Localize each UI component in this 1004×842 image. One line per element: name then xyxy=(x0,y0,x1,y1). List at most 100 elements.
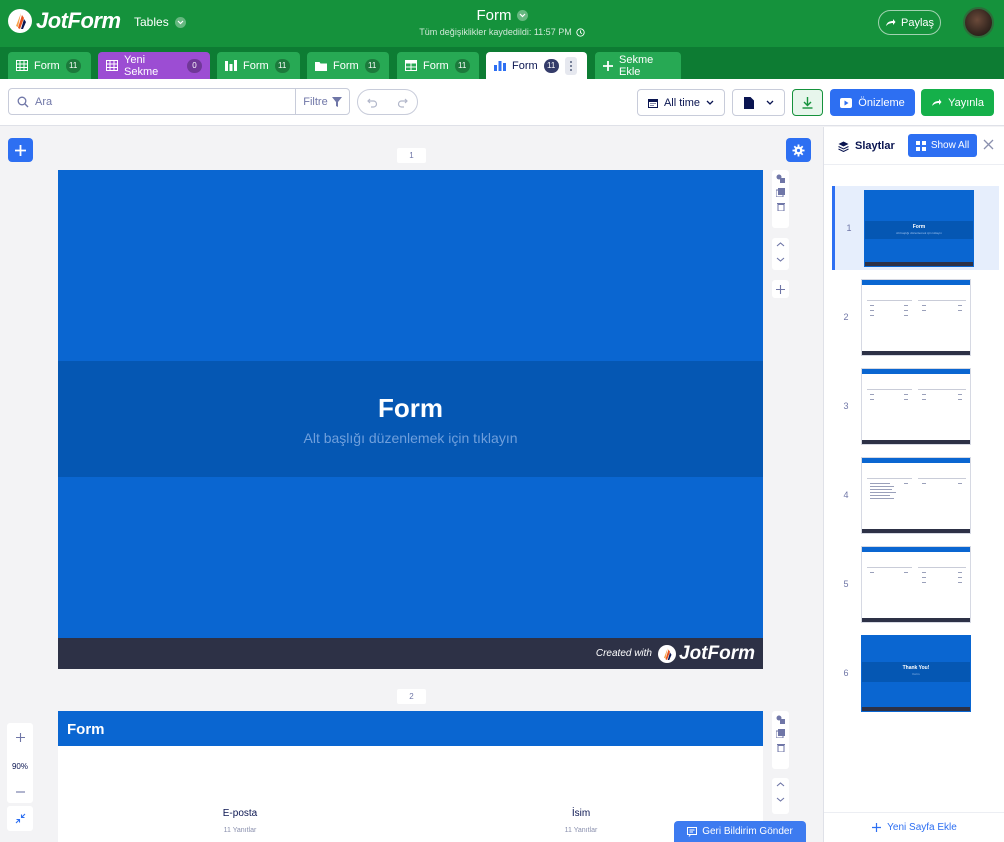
trash-icon[interactable] xyxy=(776,743,785,752)
chevron-down-icon[interactable] xyxy=(776,257,785,262)
date-range-select[interactable]: All time xyxy=(637,89,725,116)
thumbnail-number: 5 xyxy=(843,579,849,589)
slide-2-tools xyxy=(772,711,789,769)
slide-thumbnail-3[interactable]: 3 xyxy=(832,364,999,448)
tab-form-table[interactable]: Form 11 xyxy=(8,52,91,79)
thumbnail-header xyxy=(862,457,970,463)
duplicate-icon[interactable] xyxy=(776,729,785,738)
tab-count-badge: 11 xyxy=(364,58,380,73)
slide-thumbnail-2[interactable]: 2 xyxy=(832,275,999,359)
thumbnail-number: 4 xyxy=(843,490,849,500)
slide-canvas: 1 Form Alt başlığı düzenlemek için tıkla… xyxy=(0,127,823,842)
name-column: İsim 11 Yanıtlar xyxy=(521,808,641,834)
calendar-icon xyxy=(647,98,658,108)
slide-2[interactable]: Form E-posta 11 Yanıtlar İsim 11 Yanıtla… xyxy=(58,711,763,842)
style-icon[interactable] xyxy=(776,715,785,724)
settings-button[interactable] xyxy=(786,138,811,162)
tab-form-grid[interactable]: Form 11 xyxy=(397,52,479,79)
redo-icon[interactable] xyxy=(397,97,408,108)
tab-form-report[interactable]: Form 11 xyxy=(486,52,587,79)
preview-button[interactable]: Önizleme xyxy=(830,89,915,116)
slide-1-tools xyxy=(772,170,789,228)
slide-1[interactable]: Form Alt başlığı düzenlemek için tıklayı… xyxy=(58,170,763,669)
download-button[interactable] xyxy=(792,89,823,116)
add-new-page-button[interactable]: Yeni Sayfa Ekle xyxy=(824,812,1004,842)
tab-yeni-sekme[interactable]: Yeni Sekme 0 xyxy=(98,52,210,79)
thumbnail-footer xyxy=(862,706,970,711)
style-icon[interactable] xyxy=(776,174,785,183)
show-all-button[interactable]: Show All xyxy=(908,134,977,157)
fit-screen-button[interactable] xyxy=(7,806,33,831)
slide-thumbnail-4[interactable]: 4 xyxy=(832,453,999,537)
thumbnail-title: Form xyxy=(912,223,926,230)
slide-2-title[interactable]: Form xyxy=(58,711,763,746)
date-range-label: All time xyxy=(663,96,701,109)
thumbnail-preview xyxy=(861,456,971,534)
response-count: 11 Yanıtlar xyxy=(223,827,257,834)
toolbar: Ara Filtre All time Önizleme Yayınla xyxy=(0,79,1004,126)
tab-form-kanban[interactable]: Form 11 xyxy=(217,52,300,79)
feedback-icon xyxy=(687,826,698,837)
thumbnail-header xyxy=(862,279,970,285)
publish-label: Yayınla xyxy=(948,96,984,109)
thumbnail-footer xyxy=(862,528,970,533)
zoom-in-icon[interactable] xyxy=(15,733,25,742)
undo-icon[interactable] xyxy=(367,97,378,108)
zoom-out-icon[interactable] xyxy=(15,791,25,793)
table-icon xyxy=(106,60,118,71)
slide-subtitle[interactable]: Alt başlığı düzenlemek için tıklayın xyxy=(58,430,763,446)
user-avatar[interactable] xyxy=(963,7,994,38)
duplicate-icon[interactable] xyxy=(776,188,785,197)
slide-thumbnail-1[interactable]: 1 Form Alt başlığı düzenlemek için tıkla… xyxy=(832,186,999,270)
slide-title[interactable]: Form xyxy=(58,393,763,424)
plus-icon xyxy=(776,284,785,294)
share-arrow-icon xyxy=(931,98,942,107)
slides-panel-header: Slaytlar Show All xyxy=(824,127,1004,165)
thumbnail-footer xyxy=(862,350,970,355)
add-tab-label: Sekme Ekle xyxy=(619,53,654,78)
zoom-control: 90% xyxy=(7,723,33,803)
trash-icon[interactable] xyxy=(776,202,785,211)
slide-thumbnail-5[interactable]: 5 xyxy=(832,542,999,626)
footer-brand-text: JotForm xyxy=(679,642,755,664)
thumbnail-footer xyxy=(862,617,970,622)
tab-count-badge: 11 xyxy=(543,58,559,73)
show-all-label: Show All xyxy=(930,140,970,151)
plus-icon xyxy=(15,144,26,156)
chevron-down-icon[interactable] xyxy=(776,797,785,802)
feedback-button[interactable]: Geri Bildirim Gönder xyxy=(674,821,806,842)
footer-brand: JotForm xyxy=(658,643,755,665)
slide-thumbnail-6[interactable]: 6 Thank You! Form xyxy=(832,631,999,715)
thumbnail-header xyxy=(862,368,970,374)
thumbnail-header xyxy=(862,546,970,552)
search-icon xyxy=(17,96,29,108)
search-input[interactable]: Ara xyxy=(9,96,295,108)
add-slide-below-button[interactable] xyxy=(772,280,789,298)
tab-label: Form xyxy=(512,59,538,72)
document-title-area: Form Tüm değişiklikler kaydedildi: 11:57… xyxy=(0,7,1004,37)
close-icon[interactable] xyxy=(983,139,994,150)
chevron-up-icon[interactable] xyxy=(776,242,785,247)
add-tab-button[interactable]: Sekme Ekle xyxy=(595,52,681,79)
add-element-button[interactable] xyxy=(8,138,33,162)
thumbnail-number: 2 xyxy=(843,312,849,322)
grid-icon xyxy=(915,140,926,151)
share-button[interactable]: Paylaş xyxy=(878,10,941,35)
thumbnail-preview: Form Alt başlığı düzenlemek için tıklayı… xyxy=(864,189,974,267)
tab-form-folder[interactable]: Form 11 xyxy=(307,52,389,79)
folder-icon xyxy=(315,61,327,71)
page-type-select[interactable] xyxy=(732,89,785,116)
thumbnail-footer xyxy=(865,261,973,266)
tab-menu-icon[interactable] xyxy=(564,56,577,75)
document-title[interactable]: Form xyxy=(477,7,528,24)
panel-title: Slaytlar xyxy=(838,140,895,152)
tab-label: Form xyxy=(34,59,60,72)
thumbnail-preview: Thank You! Form xyxy=(861,634,971,712)
thumbnail-number: 1 xyxy=(846,223,852,233)
tab-count-badge: 11 xyxy=(454,58,470,73)
chevron-up-icon[interactable] xyxy=(776,782,785,787)
kanban-icon xyxy=(225,60,237,71)
filter-button[interactable]: Filtre xyxy=(295,89,349,114)
publish-button[interactable]: Yayınla xyxy=(921,89,994,116)
feedback-label: Geri Bildirim Gönder xyxy=(702,826,793,837)
